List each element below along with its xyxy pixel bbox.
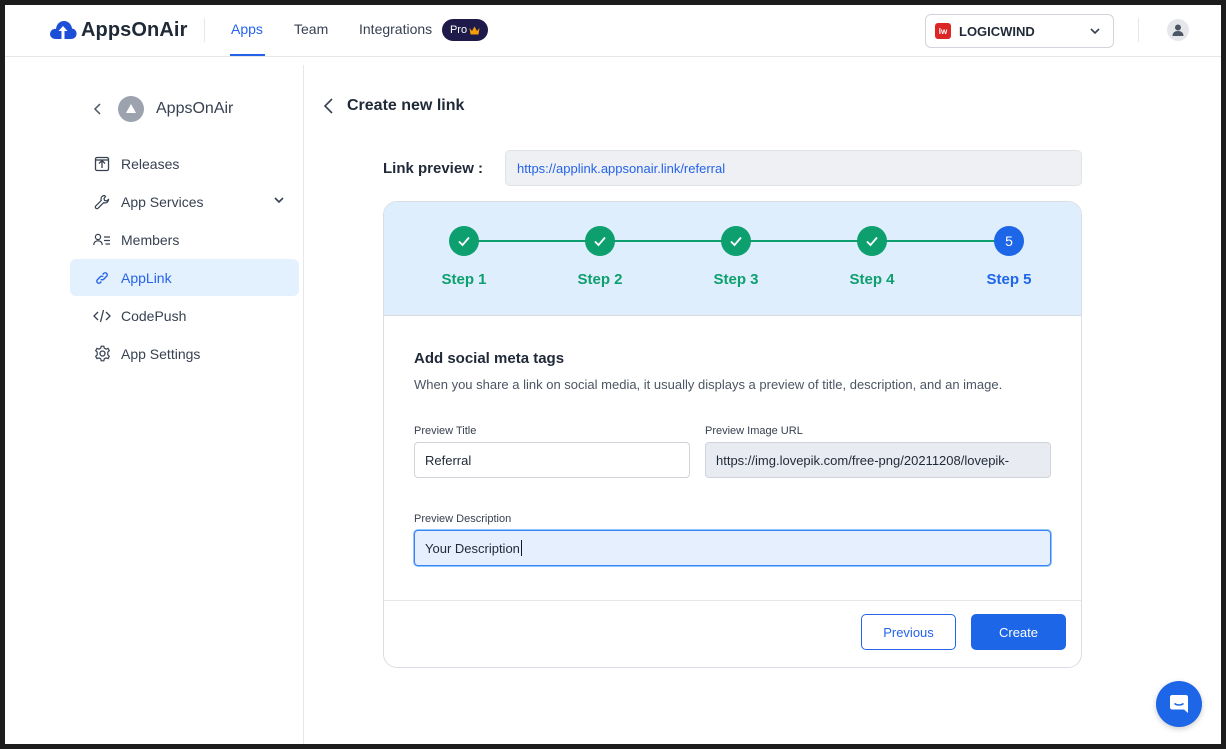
header-divider: [1138, 18, 1139, 42]
nav-integrations[interactable]: Integrations: [359, 21, 432, 37]
step-3-label: Step 3: [713, 271, 759, 288]
sidebar-item-releases[interactable]: Releases: [70, 145, 299, 182]
preview-description-label: Preview Description: [414, 513, 512, 525]
section-description: When you share a link on social media, i…: [414, 377, 1003, 392]
step-4-check-icon: [857, 226, 887, 256]
stepper: 5 Step 1 Step 2 Step 3 Step 4 Step 5: [384, 202, 1081, 316]
gear-icon: [93, 345, 111, 363]
crown-icon: [469, 26, 480, 34]
step-2-label: Step 2: [577, 271, 623, 288]
step-1-check-icon: [449, 226, 479, 256]
link-preview-label: Link preview :: [383, 160, 484, 177]
step-4-label: Step 4: [849, 271, 895, 288]
org-logo-icon: lw: [935, 23, 951, 39]
top-navbar: AppsOnAir Apps Team Integrations Pro lw …: [5, 5, 1221, 57]
pro-badge: Pro: [442, 19, 488, 41]
nav-team[interactable]: Team: [294, 21, 328, 37]
sidebar-app-name: AppsOnAir: [156, 100, 234, 117]
sidebar-item-label: Releases: [121, 155, 180, 172]
app-window: AppsOnAir Apps Team Integrations Pro lw …: [5, 5, 1221, 744]
step-2-check-icon: [585, 226, 615, 256]
link-icon: [93, 269, 111, 287]
preview-title-input[interactable]: Referral: [414, 442, 690, 478]
app-logo-icon: [126, 104, 136, 113]
preview-description-value: Your Description: [425, 540, 520, 556]
user-icon: [1172, 24, 1184, 36]
organization-select[interactable]: lw LOGICWIND: [925, 14, 1114, 48]
step-5-indicator: 5: [994, 226, 1024, 256]
org-name: LOGICWIND: [959, 23, 1035, 39]
sidebar-item-label: CodePush: [121, 307, 187, 324]
section-title: Add social meta tags: [414, 350, 565, 367]
chevron-left-icon[interactable]: [90, 101, 106, 117]
preview-title-label: Preview Title: [414, 425, 477, 437]
create-button[interactable]: Create: [971, 614, 1066, 650]
nav-apps[interactable]: Apps: [231, 21, 263, 37]
chevron-down-icon: [1090, 28, 1100, 35]
back-arrow-icon[interactable]: [321, 97, 337, 115]
brand-name: AppsOnAir: [81, 18, 188, 41]
code-icon: [93, 307, 111, 325]
preview-image-url-label: Preview Image URL: [705, 425, 803, 437]
sidebar-divider: [303, 65, 304, 744]
pro-badge-label: Pro: [449, 24, 468, 36]
step-3-check-icon: [721, 226, 751, 256]
preview-image-url-value: https://img.lovepik.com/free-png/2021120…: [716, 452, 1010, 468]
card-footer-divider: [384, 600, 1081, 601]
sidebar-item-label: Members: [121, 231, 180, 248]
nav-divider: [204, 18, 205, 42]
step-5-label: Step 5: [986, 271, 1032, 288]
preview-description-input[interactable]: Your Description: [414, 530, 1051, 566]
link-preview-value: https://applink.appsonair.link/referral: [517, 160, 726, 176]
sidebar-app-header: AppsOnAir: [90, 96, 233, 122]
sidebar-item-label: AppLink: [121, 269, 172, 286]
link-preview-field: https://applink.appsonair.link/referral: [505, 150, 1082, 186]
sidebar-item-app-services[interactable]: App Services: [70, 183, 299, 220]
sidebar-item-label: App Services: [121, 193, 204, 210]
chat-bubble-icon: [1170, 695, 1188, 713]
step-1-label: Step 1: [441, 271, 487, 288]
previous-button[interactable]: Previous: [861, 614, 956, 650]
sidebar-item-applink[interactable]: AppLink: [70, 259, 299, 296]
sidebar-item-members[interactable]: Members: [70, 221, 299, 258]
sidebar-item-app-settings[interactable]: App Settings: [70, 335, 299, 372]
brand-logo[interactable]: AppsOnAir: [48, 17, 187, 43]
upload-box-icon: [93, 155, 111, 173]
page-title: Create new link: [347, 97, 465, 114]
nav-active-indicator: [230, 54, 265, 56]
chat-support-button[interactable]: [1156, 681, 1202, 727]
app-avatar: [118, 96, 144, 122]
wrench-icon: [93, 193, 111, 211]
cloud-upload-icon: [50, 21, 77, 39]
user-avatar[interactable]: [1167, 19, 1189, 41]
chevron-down-icon[interactable]: [273, 194, 285, 206]
sidebar-item-codepush[interactable]: CodePush: [70, 297, 299, 334]
page-header: Create new link: [321, 97, 464, 115]
text-caret: [520, 540, 522, 556]
preview-image-url-input[interactable]: https://img.lovepik.com/free-png/2021120…: [705, 442, 1051, 478]
preview-title-value: Referral: [425, 452, 472, 468]
create-link-card: 5 Step 1 Step 2 Step 3 Step 4 Step 5 Add…: [383, 201, 1082, 668]
members-icon: [93, 231, 111, 249]
sidebar-item-label: App Settings: [121, 345, 201, 362]
